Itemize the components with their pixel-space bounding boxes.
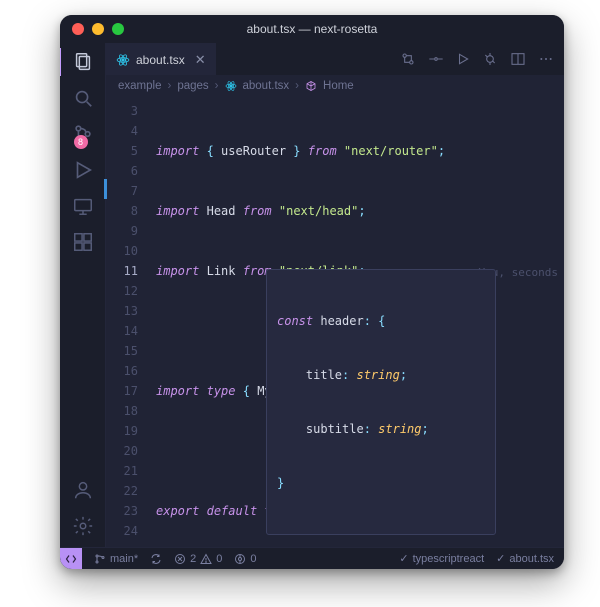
status-bar: main* 2 0 0 ✓ typescriptreact ✓ about.ts… — [60, 547, 564, 569]
hover-tooltip: const header: { title: string; subtitle:… — [266, 269, 496, 535]
open-changes-icon[interactable] — [428, 51, 444, 67]
maximize-window-button[interactable] — [112, 23, 124, 35]
tab-label: about.tsx — [136, 53, 185, 67]
check-icon: ✓ — [399, 552, 408, 565]
activity-bar: 8 — [60, 43, 106, 547]
react-file-icon — [225, 80, 237, 92]
more-actions-icon[interactable] — [538, 51, 554, 67]
breadcrumb-segment[interactable]: pages — [177, 80, 208, 92]
breadcrumb[interactable]: example › pages › about.tsx › Home — [106, 75, 564, 97]
compare-changes-icon[interactable] — [400, 51, 416, 67]
accounts-icon[interactable] — [72, 479, 94, 501]
run-icon[interactable] — [456, 52, 470, 66]
source-control-icon[interactable]: 8 — [72, 123, 94, 145]
chevron-right-icon: › — [167, 80, 171, 92]
window-controls — [60, 23, 124, 35]
editor-actions — [400, 43, 564, 75]
minimize-window-button[interactable] — [92, 23, 104, 35]
source-control-badge: 8 — [74, 135, 88, 149]
chevron-right-icon: › — [215, 80, 219, 92]
tab-bar: about.tsx ✕ — [106, 43, 564, 75]
window-title: about.tsx — next-rosetta — [60, 22, 564, 36]
check-icon: ✓ — [496, 552, 505, 565]
language-mode-status[interactable]: ✓ typescriptreact — [399, 552, 484, 565]
breadcrumb-segment[interactable]: Home — [323, 80, 354, 92]
remote-indicator[interactable] — [60, 548, 82, 570]
ports-status[interactable]: 0 — [234, 553, 256, 565]
tab-about-tsx[interactable]: about.tsx ✕ — [106, 43, 216, 75]
git-sync-status[interactable] — [150, 553, 162, 565]
active-file-status[interactable]: ✓ about.tsx — [496, 552, 554, 565]
run-debug-icon[interactable] — [72, 159, 94, 181]
git-change-indicator — [104, 179, 107, 199]
symbol-function-icon — [305, 80, 317, 92]
settings-gear-icon[interactable] — [72, 515, 94, 537]
editor-column: about.tsx ✕ example › pages › — [106, 43, 564, 547]
tab-close-icon[interactable]: ✕ — [195, 52, 206, 68]
code-editor[interactable]: 345 678 91011 121314 151617 181920 21222… — [106, 97, 564, 547]
title-bar: about.tsx — next-rosetta — [60, 15, 564, 43]
problems-status[interactable]: 2 0 — [174, 553, 222, 565]
split-editor-icon[interactable] — [510, 51, 526, 67]
explorer-icon[interactable] — [72, 51, 94, 73]
git-branch-status[interactable]: main* — [94, 553, 138, 565]
debug-icon[interactable] — [482, 51, 498, 67]
react-file-icon — [116, 53, 130, 67]
extensions-icon[interactable] — [72, 231, 94, 253]
code-content[interactable]: import { useRouter } from "next/router";… — [146, 97, 564, 547]
remote-explorer-icon[interactable] — [72, 195, 94, 217]
editor-window: about.tsx — next-rosetta 8 — [60, 15, 564, 569]
close-window-button[interactable] — [72, 23, 84, 35]
search-icon[interactable] — [72, 87, 94, 109]
chevron-right-icon: › — [295, 80, 299, 92]
line-number-gutter: 345 678 91011 121314 151617 181920 21222… — [106, 97, 146, 547]
breadcrumb-segment[interactable]: about.tsx — [243, 80, 290, 92]
breadcrumb-segment[interactable]: example — [118, 80, 161, 92]
